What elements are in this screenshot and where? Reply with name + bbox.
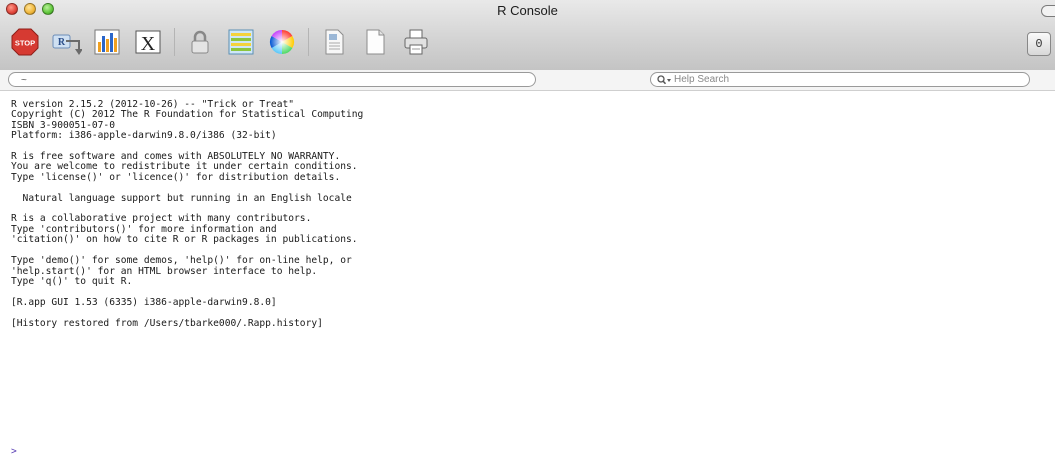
console-prompt[interactable]: >	[11, 446, 17, 457]
print-button[interactable]	[399, 25, 433, 59]
toolbar-separator	[174, 28, 175, 56]
open-document-icon	[325, 29, 344, 55]
new-quartz-button[interactable]	[90, 25, 124, 59]
color-picker-button[interactable]	[265, 25, 299, 59]
search-icon	[657, 74, 671, 84]
toolbar-toggle-button[interactable]	[1041, 5, 1055, 17]
source-script-button[interactable]: R	[49, 25, 83, 59]
svg-text:STOP: STOP	[15, 39, 35, 48]
toolbar: STOP R X	[8, 22, 440, 62]
path-bar: ~	[0, 70, 1055, 91]
print-icon	[404, 29, 428, 55]
console-output-text: R version 2.15.2 (2012-10-26) -- "Trick …	[11, 99, 364, 329]
working-directory-field[interactable]: ~	[8, 72, 536, 87]
open-document-button[interactable]	[317, 25, 351, 59]
window-titlebar: R Console STOP R X 0	[0, 0, 1055, 71]
color-wheel-icon	[269, 29, 295, 54]
console-output-area[interactable]: R version 2.15.2 (2012-10-26) -- "Trick …	[0, 99, 1055, 457]
package-manager-icon	[228, 29, 254, 55]
source-script-icon: R	[52, 34, 82, 55]
package-manager-button[interactable]	[224, 25, 258, 59]
new-document-button[interactable]	[358, 25, 392, 59]
new-document-icon	[366, 29, 385, 55]
x11-window-icon: X	[135, 30, 161, 55]
help-search-field[interactable]	[650, 72, 1030, 87]
new-quartz-window-icon	[94, 29, 120, 55]
svg-text:R: R	[58, 37, 66, 48]
help-search-input[interactable]	[674, 74, 994, 85]
stop-icon: STOP	[11, 28, 39, 56]
console-toggle-button[interactable]: 0	[1027, 32, 1051, 56]
authentication-button[interactable]	[183, 25, 217, 59]
stop-button[interactable]: STOP	[8, 25, 42, 59]
x11-button[interactable]: X	[131, 25, 165, 59]
toolbar-separator	[308, 28, 309, 56]
lock-icon	[191, 30, 209, 54]
svg-text:X: X	[141, 33, 156, 55]
window-title: R Console	[497, 3, 558, 18]
